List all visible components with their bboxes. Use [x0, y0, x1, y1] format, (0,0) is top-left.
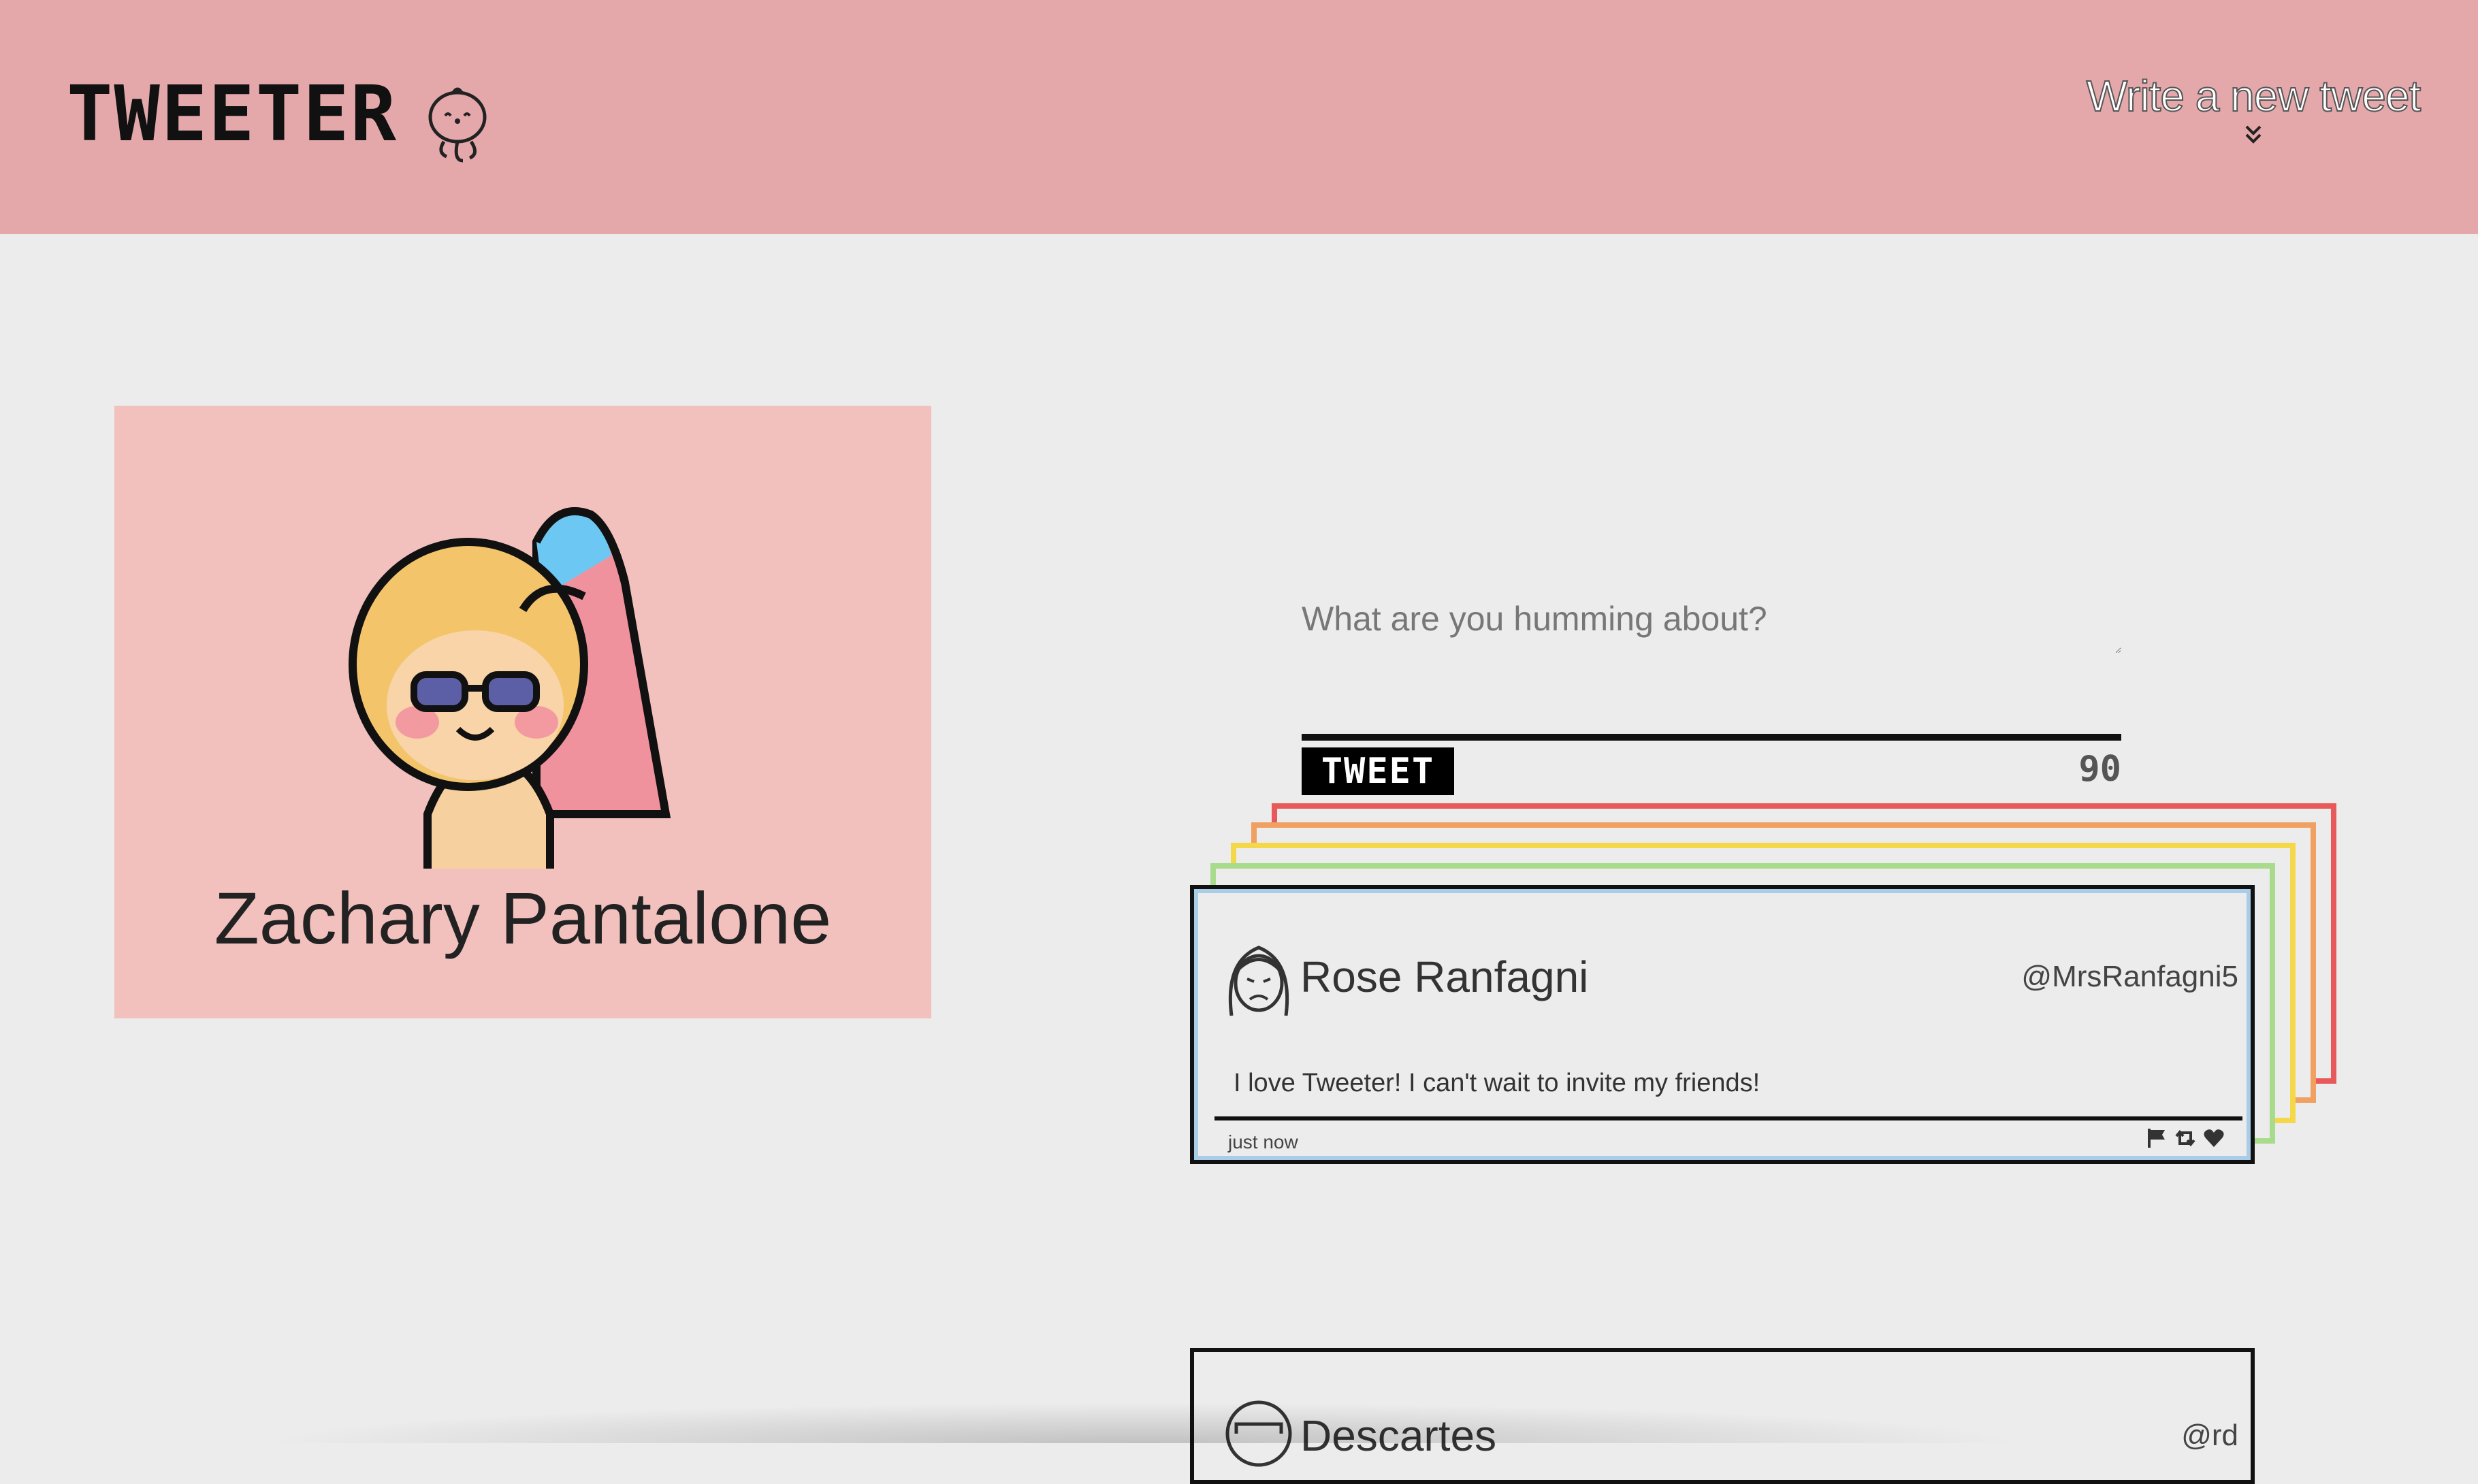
- tweet-handle[interactable]: @rd: [2181, 1419, 2238, 1453]
- tweet-card: Rose Ranfagni @MrsRanfagni5 I love Tweet…: [1190, 885, 2255, 1164]
- scroll-shadow: [259, 1402, 2029, 1443]
- char-counter: 90: [2078, 749, 2121, 790]
- tweet-divider: [1214, 1116, 2242, 1120]
- flag-icon[interactable]: [2146, 1127, 2168, 1149]
- profile-name: Zachary Pantalone: [214, 877, 832, 959]
- frowning-woman-avatar-icon: [1228, 946, 1289, 1016]
- tweet-handle[interactable]: @MrsRanfagni5: [2021, 960, 2238, 994]
- app-logo[interactable]: TWEETER: [67, 76, 398, 152]
- bird-logo-icon: [428, 87, 487, 163]
- tweet-timestamp: just now: [1228, 1131, 1298, 1152]
- composer-divider: [1302, 734, 2121, 741]
- tweet-actions: [2146, 1127, 2225, 1149]
- top-nav: TWEETER Write a new tweet: [0, 0, 2478, 234]
- tweet-body: I love Tweeter! I can't wait to invite m…: [1234, 1069, 1760, 1097]
- tweet-textarea[interactable]: [1302, 599, 2121, 654]
- sunglasses-girl-avatar-icon: [349, 507, 671, 869]
- write-new-tweet-link[interactable]: Write a new tweet: [2083, 71, 2424, 148]
- heart-icon[interactable]: [2203, 1127, 2225, 1149]
- write-new-tweet-label: Write a new tweet: [2086, 71, 2421, 121]
- tweet-author[interactable]: Rose Ranfagni: [1300, 952, 1588, 1002]
- tweet-composer: TWEET 90: [1302, 599, 2121, 795]
- profile-card: Zachary Pantalone: [114, 406, 931, 1018]
- retweet-icon[interactable]: [2174, 1127, 2196, 1149]
- double-chevron-down-icon: [2245, 125, 2262, 144]
- tweet-submit-button[interactable]: TWEET: [1302, 747, 1454, 795]
